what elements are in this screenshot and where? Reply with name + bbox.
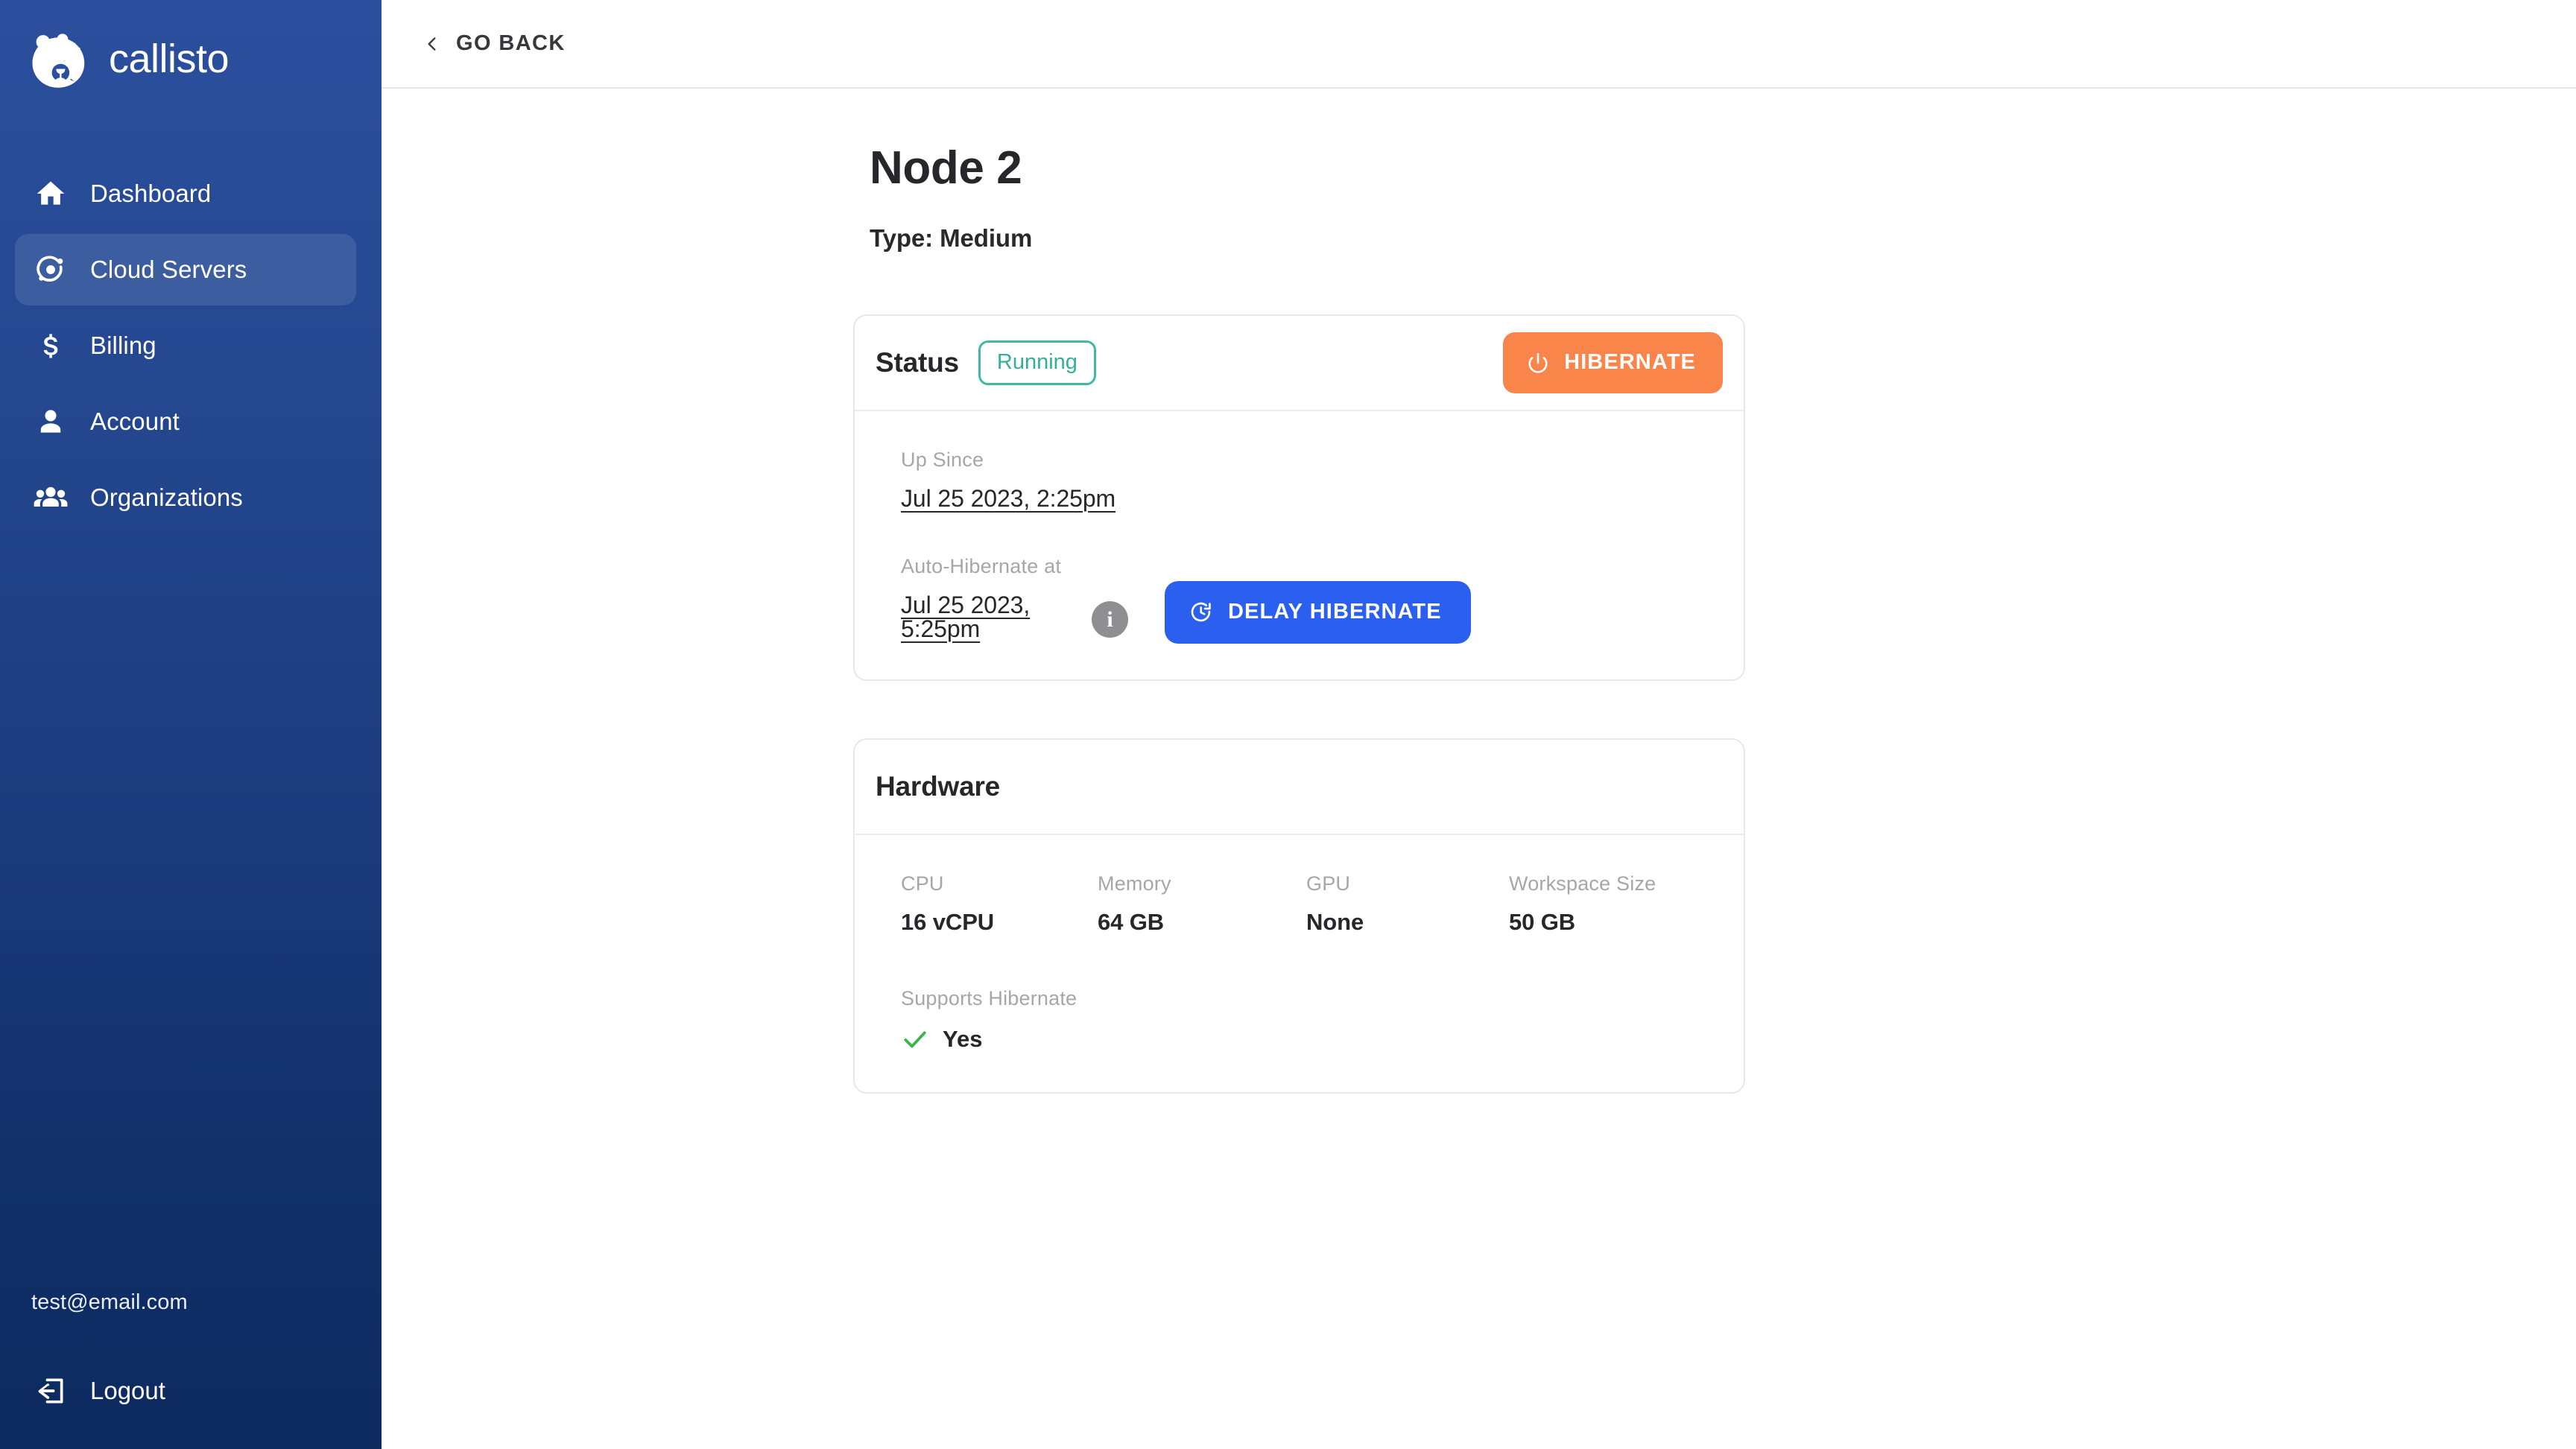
spec-cpu: CPU 16 vCPU: [901, 872, 1098, 935]
info-icon[interactable]: i: [1092, 601, 1128, 638]
spec-value: 64 GB: [1098, 909, 1165, 935]
spec-gpu: GPU None: [1306, 872, 1509, 935]
sidebar-item-label: Organizations: [90, 483, 243, 511]
hardware-card: Hardware CPU 16 vCPU Memory 64 GB GPU No…: [853, 738, 1745, 1094]
supports-hibernate-label: Supports Hibernate: [901, 987, 1077, 1009]
hardware-card-title: Hardware: [876, 771, 1001, 802]
delay-hibernate-button-label: DELAY HIBERNATE: [1228, 600, 1442, 624]
up-since-value[interactable]: Jul 25 2023, 2:25pm: [901, 486, 1723, 510]
power-icon: [1527, 352, 1549, 374]
delay-hibernate-button[interactable]: DELAY HIBERNATE: [1165, 581, 1471, 644]
topbar: GO BACK: [382, 0, 2576, 89]
sidebar-item-label: Billing: [90, 332, 156, 359]
auto-hibernate-label: Auto-Hibernate at: [901, 555, 1062, 577]
sidebar-item-account[interactable]: Account: [15, 386, 356, 457]
go-back-label: GO BACK: [456, 31, 566, 55]
people-group-icon: [28, 480, 74, 516]
clock-refresh-icon: [1189, 600, 1213, 624]
spec-label: Memory: [1098, 872, 1171, 895]
status-card-title: Status: [876, 347, 959, 378]
supports-hibernate-field: Supports Hibernate Yes: [901, 989, 1723, 1053]
sidebar-item-label: Dashboard: [90, 180, 212, 207]
auto-hibernate-row: Auto-Hibernate at Jul 25 2023, 5:25pm i: [901, 557, 1723, 644]
hardware-card-body: CPU 16 vCPU Memory 64 GB GPU None Worksp…: [855, 835, 1744, 1092]
spec-value: None: [1306, 909, 1364, 935]
hibernate-button-label: HIBERNATE: [1564, 350, 1696, 374]
status-card: Status Running HIBERNATE Up Since Jul 25…: [853, 314, 1745, 681]
user-email: test@email.com: [31, 1290, 188, 1314]
supports-hibernate-value-row: Yes: [901, 1025, 1723, 1053]
status-badge: Running: [978, 340, 1096, 385]
logout-label: Logout: [90, 1377, 165, 1404]
dollar-sign-icon: [28, 329, 74, 362]
logout-icon: [28, 1375, 74, 1407]
person-icon: [28, 405, 74, 438]
spec-memory: Memory 64 GB: [1098, 872, 1306, 935]
spec-value: 16 vCPU: [901, 909, 995, 935]
hibernate-button[interactable]: HIBERNATE: [1503, 332, 1723, 393]
status-fields: Up Since Jul 25 2023, 2:25pm Auto-Hibern…: [901, 448, 1723, 644]
auto-hibernate-field: Auto-Hibernate at Jul 25 2023, 5:25pm: [901, 557, 1092, 641]
sidebar-item-cloud-servers[interactable]: Cloud Servers: [15, 234, 356, 305]
delay-button-wrap: DELAY HIBERNATE: [1165, 581, 1471, 644]
supports-hibernate-value: Yes: [943, 1026, 983, 1052]
app-root: callisto Dashboard Cloud Servers Billing…: [0, 0, 2576, 1449]
bear-moon-logo-icon: [27, 28, 89, 90]
page-title: Node 2: [870, 142, 1022, 194]
check-icon: [901, 1025, 929, 1053]
hardware-card-header: Hardware: [855, 740, 1744, 835]
status-card-body: Up Since Jul 25 2023, 2:25pm Auto-Hibern…: [855, 411, 1744, 679]
spec-label: CPU: [901, 872, 944, 895]
brand[interactable]: callisto: [0, 0, 382, 95]
main-content: GO BACK Node 2 Type: Medium Status Runni…: [382, 0, 2576, 1449]
cards-container: Status Running HIBERNATE Up Since Jul 25…: [853, 314, 2576, 1094]
hardware-specs-grid: CPU 16 vCPU Memory 64 GB GPU None Worksp…: [901, 872, 1723, 935]
home-icon: [28, 177, 74, 210]
spec-workspace-size: Workspace Size 50 GB: [1509, 872, 1732, 935]
sidebar-item-label: Cloud Servers: [90, 256, 247, 283]
logout-button[interactable]: Logout: [0, 1357, 382, 1425]
sidebar-item-dashboard[interactable]: Dashboard: [15, 158, 356, 229]
up-since-field: Up Since Jul 25 2023, 2:25pm: [901, 448, 1723, 511]
spec-label: GPU: [1306, 872, 1351, 895]
auto-hibernate-value[interactable]: Jul 25 2023, 5:25pm: [901, 593, 1092, 641]
chevron-left-icon: [423, 34, 442, 54]
brand-name: callisto: [109, 37, 230, 81]
orbit-icon: [28, 253, 74, 287]
up-since-label: Up Since: [901, 448, 984, 471]
sidebar-item-organizations[interactable]: Organizations: [15, 462, 356, 533]
sidebar-item-billing[interactable]: Billing: [15, 310, 356, 381]
sidebar: callisto Dashboard Cloud Servers Billing…: [0, 0, 382, 1449]
sidebar-item-label: Account: [90, 408, 180, 435]
status-card-header: Status Running HIBERNATE: [855, 316, 1744, 411]
go-back-button[interactable]: GO BACK: [406, 24, 576, 63]
spec-label: Workspace Size: [1509, 872, 1656, 895]
spec-value: 50 GB: [1509, 909, 1576, 935]
page-subtitle: Type: Medium: [870, 224, 1033, 252]
page-body: Node 2 Type: Medium Status Running HIBER…: [382, 142, 2576, 1094]
sidebar-nav: Dashboard Cloud Servers Billing Account …: [0, 158, 382, 533]
